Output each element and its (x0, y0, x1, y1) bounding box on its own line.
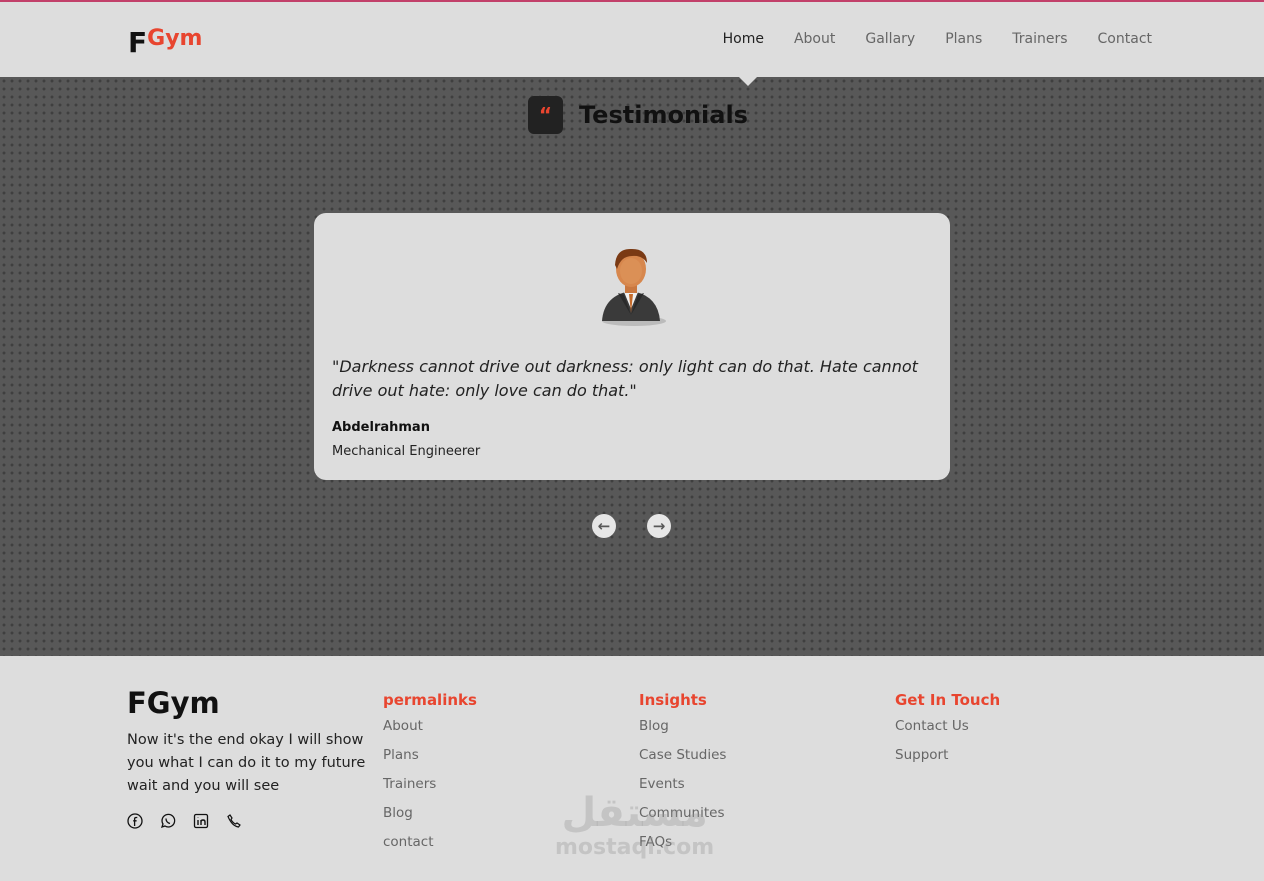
quote-icon: “ (528, 96, 563, 134)
facebook-icon[interactable] (127, 813, 143, 829)
site-footer: FGym Now it's the end okay I will show y… (0, 656, 1264, 881)
nav-trainers[interactable]: Trainers (1012, 31, 1067, 47)
footer-col-title: Insights (639, 691, 707, 709)
linkedin-icon[interactable] (193, 813, 209, 829)
testimonial-name: Abdelrahman (332, 420, 430, 435)
site-header: FGym Home About Gallary Plans Trainers C… (0, 0, 1264, 77)
testimonial-role: Mechanical Engineerer (332, 444, 481, 459)
footer-col-get-in-touch: Get In Touch Contact Us Support (895, 691, 1000, 775)
nav-about[interactable]: About (794, 31, 835, 47)
footer-link-contact[interactable]: contact (383, 833, 477, 852)
logo[interactable]: FGym (128, 20, 203, 59)
footer-link-case-studies[interactable]: Case Studies (639, 746, 726, 765)
person-avatar-icon (602, 248, 666, 326)
watermark-latin: mostaql.com (555, 835, 715, 860)
footer-link-trainers[interactable]: Trainers (383, 775, 477, 794)
testimonial-card: "Darkness cannot drive out darkness: onl… (314, 213, 950, 480)
footer-col-permalinks: permalinks About Plans Trainers Blog con… (383, 691, 477, 862)
whatsapp-icon[interactable] (160, 813, 176, 829)
testimonials-section: “ Testimonials "Darkness cannot drive ou… (0, 77, 1264, 656)
footer-brand: FGym (127, 686, 220, 720)
footer-link-contact-us[interactable]: Contact Us (895, 717, 1000, 736)
next-arrow-icon[interactable]: → (647, 514, 671, 538)
nav-active-caret (737, 75, 759, 86)
footer-link-blog[interactable]: Blog (383, 804, 477, 823)
testimonial-quote: "Darkness cannot drive out darkness: onl… (332, 357, 918, 400)
footer-link-about[interactable]: About (383, 717, 477, 736)
phone-icon[interactable] (226, 813, 242, 829)
social-links (127, 813, 242, 829)
footer-col-title: Get In Touch (895, 691, 1001, 709)
footer-link-support[interactable]: Support (895, 746, 1000, 765)
footer-about: Now it's the end okay I will show you wh… (127, 732, 366, 794)
logo-text: Gym (147, 26, 203, 51)
section-heading: “ Testimonials (528, 96, 748, 134)
footer-link-blog[interactable]: Blog (639, 717, 726, 736)
prev-arrow-icon[interactable]: ← (592, 514, 616, 538)
nav-contact[interactable]: Contact (1098, 31, 1152, 47)
watermark: مستقل mostaql.com (555, 791, 714, 861)
nav-plans[interactable]: Plans (945, 31, 982, 47)
section-title: Testimonials (579, 101, 748, 129)
nav-home[interactable]: Home (723, 31, 764, 47)
watermark-arabic: مستقل (561, 790, 708, 836)
main-nav: Home About Gallary Plans Trainers Contac… (693, 31, 1152, 47)
logo-letter: F (128, 26, 148, 59)
footer-link-plans[interactable]: Plans (383, 746, 477, 765)
footer-col-title: permalinks (383, 691, 477, 709)
nav-gallary[interactable]: Gallary (865, 31, 915, 47)
